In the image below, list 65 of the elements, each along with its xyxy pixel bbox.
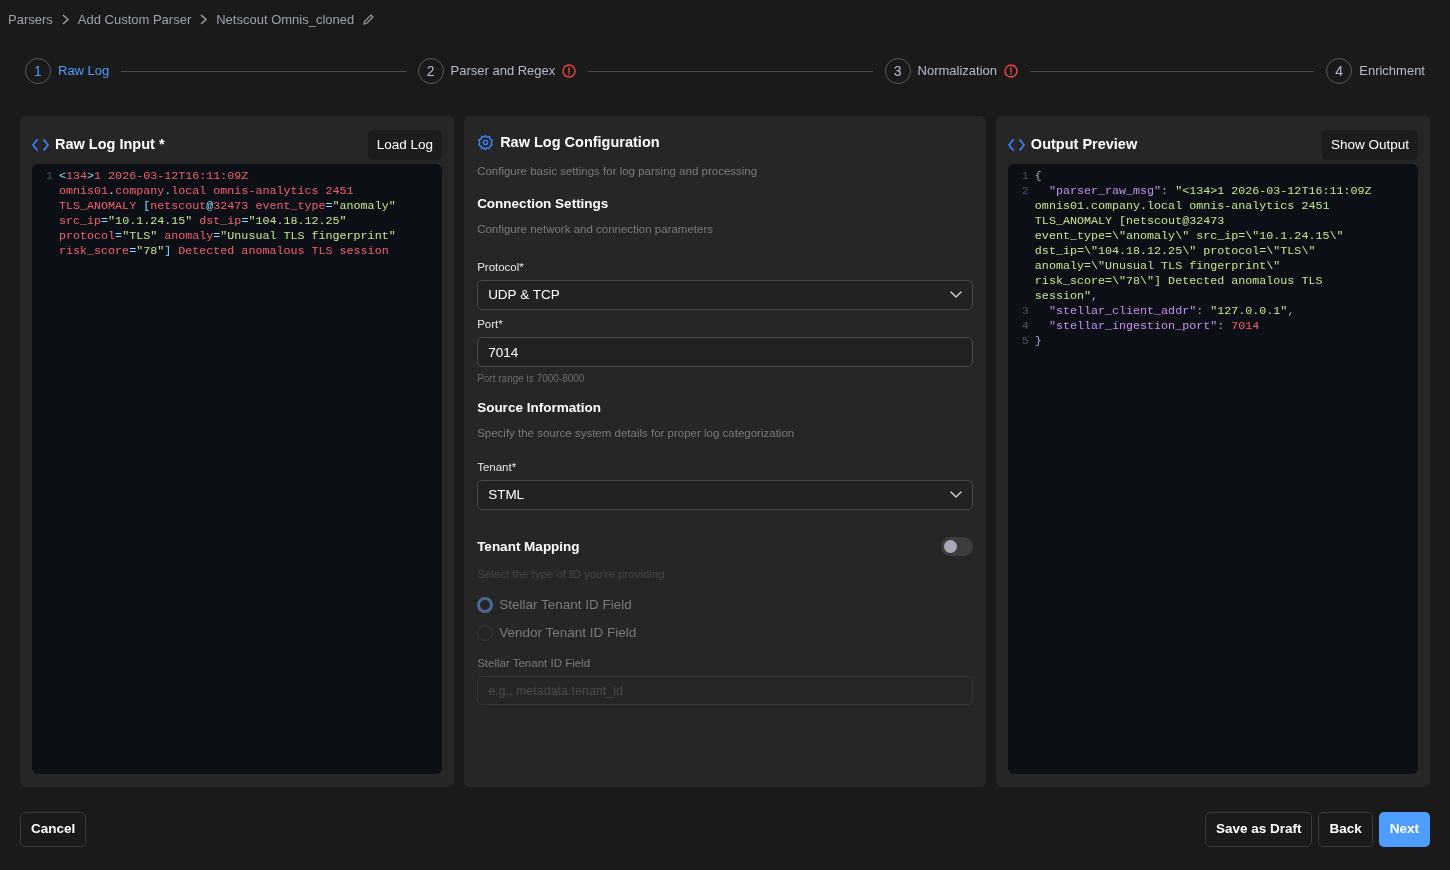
code-line: src_ip="10.1.24.15" dst_ip="104.18.12.25" bbox=[59, 214, 348, 230]
field-label: Port* bbox=[477, 316, 504, 332]
chevron-right-icon bbox=[200, 14, 208, 25]
step-tab[interactable]: 3 Normalization bbox=[884, 58, 1018, 84]
field-hint: Port range is 7000-8000 bbox=[477, 372, 586, 386]
code-line: omnis01.company.local omnis-analytics 2451 bbox=[1034, 199, 1331, 215]
code-line: { bbox=[1034, 169, 1042, 185]
cancel-button[interactable]: Cancel bbox=[20, 812, 87, 847]
field-label: Protocol* bbox=[477, 259, 525, 275]
code-line: protocol="TLS" anomaly="Unusual TLS fingerprint" bbox=[59, 229, 396, 245]
code-line: risk_score=\"78\"] Detected anomalous TLS bbox=[1034, 274, 1324, 290]
breadcrumb-link[interactable]: Parsers bbox=[8, 9, 53, 30]
settings-icon bbox=[477, 134, 495, 152]
panel-subtitle: Configure basic settings for log parsing and processing bbox=[477, 163, 759, 179]
radio-button[interactable] bbox=[477, 597, 494, 614]
code-line: dst_ip=\"104.18.12.25\" protocol=\"TLS\" bbox=[1034, 244, 1317, 260]
radio-label: Stellar Tenant ID Field bbox=[499, 596, 632, 615]
line-number: 2 bbox=[1020, 184, 1030, 200]
code-line: event_type=\"anomaly\" src_ip=\"10.1.24.15\" bbox=[1034, 229, 1345, 245]
breadcrumb-link[interactable]: Netscout Omnis_cloned bbox=[216, 9, 355, 30]
line-number: 1 bbox=[1020, 169, 1030, 185]
port-input[interactable]: 7014 bbox=[477, 337, 973, 367]
code-line: risk_score="78"] Detected anomalous TLS session bbox=[59, 244, 390, 260]
panel-title: Raw Log Input * bbox=[55, 135, 165, 155]
step-tab[interactable]: 2 Parser and Regex bbox=[417, 58, 577, 84]
chevron-right-icon bbox=[61, 14, 69, 25]
code-icon bbox=[32, 139, 49, 152]
section-title: Source Information bbox=[477, 399, 602, 417]
code-line: "parser_raw_msg": "<134>1 2026-03-12T16:11:09Z bbox=[1047, 184, 1372, 200]
chevron-down-icon bbox=[949, 491, 962, 499]
load-log-button[interactable]: Load Log bbox=[367, 130, 443, 161]
field-label: Tenant* bbox=[477, 459, 518, 475]
code-line: TLS_ANOMALY [netscout@32473 bbox=[1034, 214, 1226, 230]
step-tab[interactable]: 4 Enrichment bbox=[1326, 58, 1425, 84]
radio-label: Vendor Tenant ID Field bbox=[499, 623, 637, 642]
select-dropdown[interactable]: UDP & TCP bbox=[477, 279, 973, 310]
code-line: "stellar_ingestion_port": 7014 bbox=[1047, 319, 1260, 335]
line-number: 5 bbox=[1020, 334, 1030, 350]
back-button[interactable]: Back bbox=[1318, 812, 1373, 847]
field-label: Stellar Tenant ID Field bbox=[477, 655, 592, 671]
toggle-switch[interactable] bbox=[940, 537, 973, 557]
code-line: session", bbox=[1034, 289, 1099, 305]
line-number: 3 bbox=[1020, 304, 1030, 320]
line-number: 4 bbox=[1020, 319, 1030, 335]
code-line: } bbox=[1034, 334, 1042, 350]
code-icon bbox=[1007, 139, 1025, 152]
section-title: Tenant Mapping bbox=[477, 537, 580, 556]
line-number: 1 bbox=[45, 169, 54, 185]
section-subtitle: Specify the source system details for proper log categorization bbox=[477, 426, 796, 442]
code-line: "stellar_client_addr": "127.0.0.1", bbox=[1047, 304, 1295, 320]
code-line: anomaly=\"Unusual TLS fingerprint\" bbox=[1034, 259, 1282, 275]
section-subtitle: Configure network and connection parameters bbox=[477, 222, 714, 238]
code-line: <134>1 2026-03-12T16:11:09Z bbox=[59, 169, 250, 185]
section-title: Connection Settings bbox=[477, 195, 610, 213]
panel-title: Output Preview bbox=[1030, 135, 1138, 155]
breadcrumb-link[interactable]: Add Custom Parser bbox=[77, 9, 192, 30]
code-line: TLS_ANOMALY [netscout@32473 event_type="anomaly" bbox=[59, 199, 396, 215]
save-draft-button[interactable]: Save as Draft bbox=[1204, 812, 1313, 847]
code-line: omnis01.company.local omnis-analytics 2451 bbox=[59, 184, 355, 200]
chevron-down-icon bbox=[949, 291, 962, 299]
pencil-icon[interactable] bbox=[363, 14, 375, 25]
show-output-button[interactable]: Show Output bbox=[1321, 130, 1418, 161]
panel-title: Raw Log Configuration bbox=[500, 133, 660, 152]
select-dropdown[interactable]: STML bbox=[477, 479, 973, 510]
step-tab[interactable]: 1 Raw Log bbox=[25, 58, 110, 84]
